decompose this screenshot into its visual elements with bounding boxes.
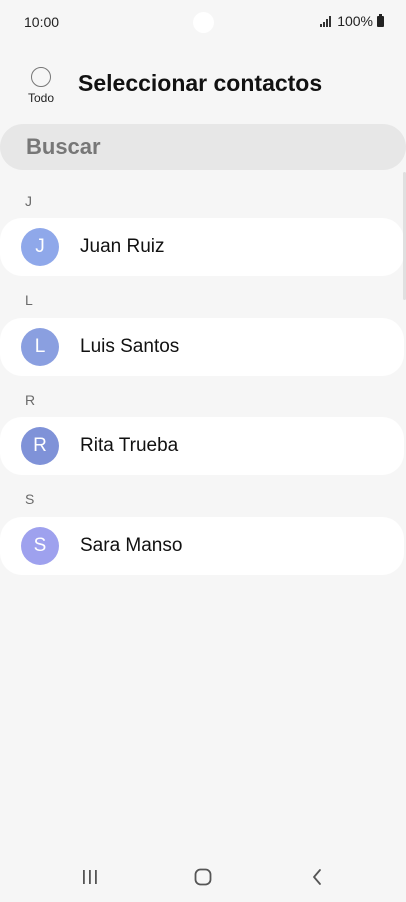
camera-cutout [193,12,214,33]
select-all-toggle[interactable]: Todo [22,67,60,111]
home-icon[interactable] [188,862,218,892]
page-title: Seleccionar contactos [78,70,323,96]
section-header-s: S [25,491,35,507]
section-header-j: J [25,193,32,209]
contact-name: Rita Trueba [80,435,179,456]
recent-apps-icon[interactable] [75,862,105,892]
avatar: J [21,228,59,266]
search-input[interactable] [26,134,366,160]
contact-name: Sara Manso [80,535,183,556]
select-all-checkbox[interactable] [31,67,51,87]
battery-icon [377,13,384,27]
contact-row-sara-manso[interactable]: S Sara Manso [0,517,404,575]
contact-name: Juan Ruiz [80,236,165,257]
contact-row-rita-trueba[interactable]: R Rita Trueba [0,417,404,475]
section-header-r: R [25,392,36,408]
section-header-l: L [25,292,33,308]
contact-row-luis-santos[interactable]: L Luis Santos [0,318,404,376]
status-bar: 10:00 100% [0,0,406,44]
contact-row-juan-ruiz[interactable]: J Juan Ruiz [0,218,404,276]
select-all-label: Todo [27,91,55,105]
status-indicators: 100% [320,13,384,29]
search-bar[interactable] [0,124,406,170]
status-time: 10:00 [24,14,60,30]
battery-percentage: 100% [337,13,373,29]
navigation-bar [0,850,406,902]
signal-icon [320,15,332,27]
avatar: R [21,427,59,465]
contact-name: Luis Santos [80,336,180,357]
app-header: Todo Seleccionar contactos [0,62,406,112]
avatar: S [21,527,59,565]
avatar: L [21,328,59,366]
back-icon[interactable] [302,862,332,892]
